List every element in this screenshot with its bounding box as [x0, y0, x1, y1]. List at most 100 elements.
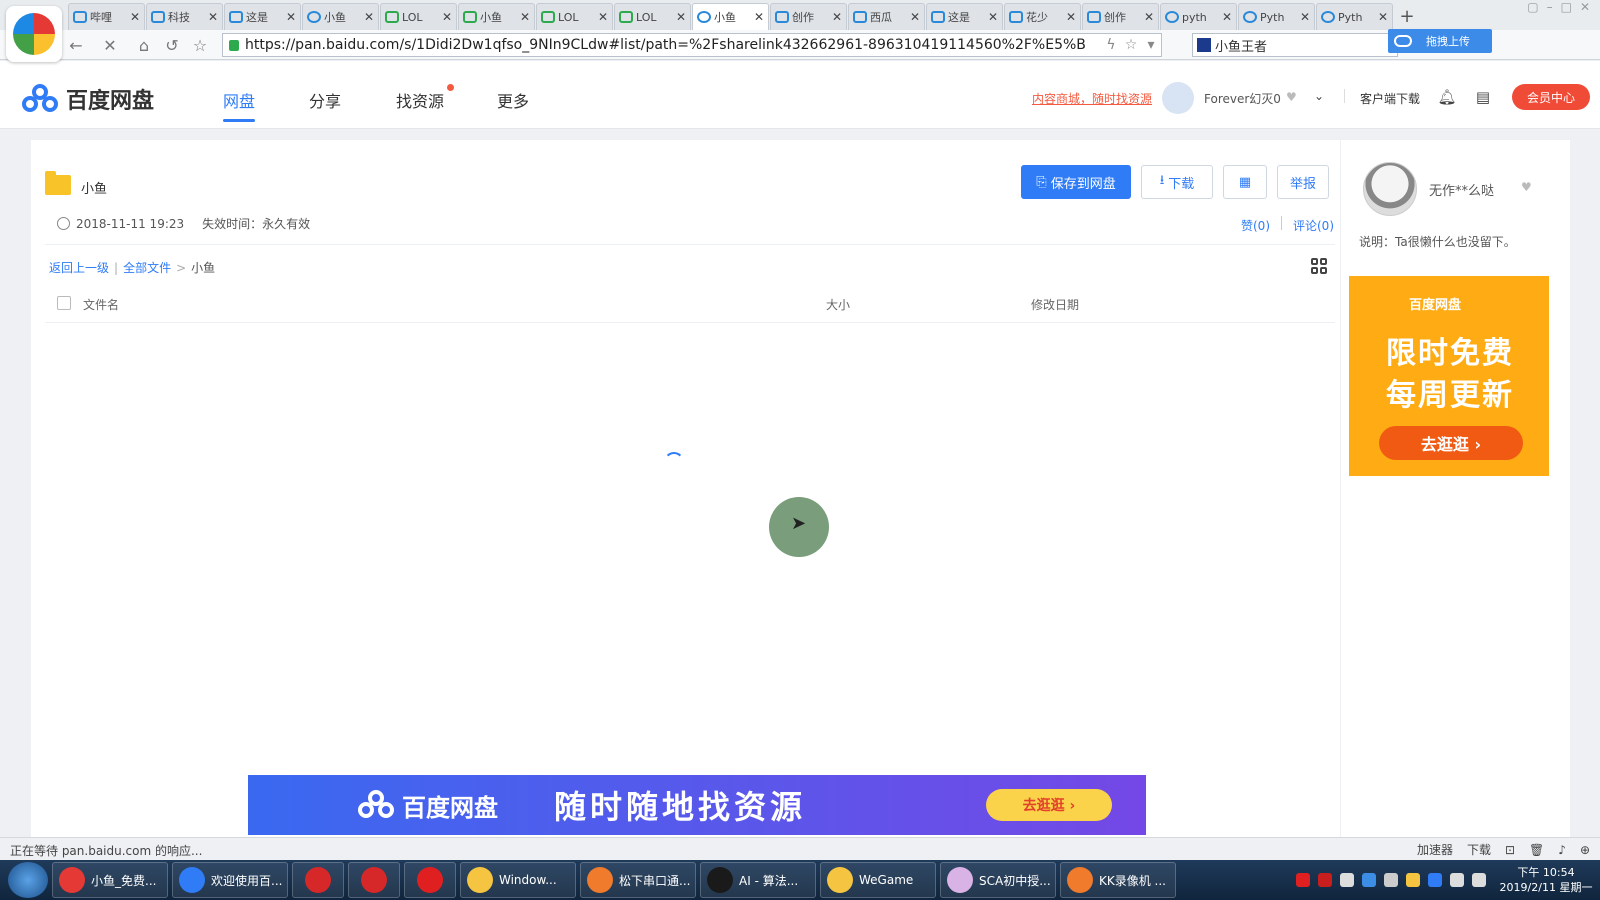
taskbar-item[interactable]: [404, 862, 456, 898]
network-icon[interactable]: [1472, 873, 1486, 887]
close-tab-icon[interactable]: ✕: [286, 10, 296, 24]
close-tab-icon[interactable]: ✕: [754, 10, 764, 24]
bottom-banner-ad[interactable]: 百度网盘 随时随地找资源 去逛逛 ›: [248, 775, 1146, 835]
client-download-link[interactable]: 客户端下载: [1360, 90, 1420, 107]
sharer-name[interactable]: 无作**么哒: [1429, 180, 1494, 199]
minimize-icon[interactable]: –: [1547, 0, 1553, 14]
close-tab-icon[interactable]: ✕: [1378, 10, 1388, 24]
nav-find-resources[interactable]: 找资源: [396, 88, 444, 112]
browser-tab[interactable]: 科技 ✕: [146, 3, 223, 30]
wechat-icon[interactable]: [1340, 873, 1354, 887]
screenshot-icon[interactable]: ⊡: [1505, 843, 1515, 857]
browser-logo[interactable]: [6, 6, 62, 62]
username[interactable]: Forever幻灭0: [1204, 90, 1281, 107]
browser-tab[interactable]: 小鱼 ✕: [692, 3, 769, 30]
promo-link[interactable]: 内容商城，随时找资源: [1032, 90, 1152, 107]
close-tab-icon[interactable]: ✕: [208, 10, 218, 24]
download-button[interactable]: ⭳ 下载: [1141, 165, 1213, 199]
home-icon[interactable]: ⌂: [134, 35, 154, 55]
taskbar-item[interactable]: 小鱼_免费...: [52, 862, 168, 898]
close-tab-icon[interactable]: ✕: [130, 10, 140, 24]
close-tab-icon[interactable]: ✕: [1300, 10, 1310, 24]
browser-tab[interactable]: LOL ✕: [380, 3, 457, 30]
trash-icon[interactable]: 🗑︎: [1529, 843, 1544, 857]
browser-tab[interactable]: 创作 ✕: [1082, 3, 1159, 30]
undo-icon[interactable]: ↺: [162, 35, 182, 55]
close-tab-icon[interactable]: ✕: [676, 10, 686, 24]
taskbar-item[interactable]: SCA初中授...: [940, 862, 1056, 898]
volume-icon[interactable]: ♪: [1558, 843, 1566, 857]
nav-share[interactable]: 分享: [309, 88, 341, 112]
taskbar-item[interactable]: [348, 862, 400, 898]
avatar[interactable]: [1162, 82, 1194, 114]
close-tab-icon[interactable]: ✕: [520, 10, 530, 24]
chevron-down-icon[interactable]: ⌄: [1314, 89, 1328, 103]
ad-go-button[interactable]: 去逛逛 ›: [986, 789, 1112, 821]
start-button[interactable]: [8, 862, 48, 898]
side-ad[interactable]: 百度网盘 限时免费 每周更新 去逛逛 ›: [1349, 276, 1549, 476]
close-tab-icon[interactable]: ✕: [442, 10, 452, 24]
accelerator-button[interactable]: 加速器: [1417, 841, 1453, 858]
close-tab-icon[interactable]: ✕: [832, 10, 842, 24]
close-tab-icon[interactable]: ✕: [1144, 10, 1154, 24]
column-size[interactable]: 大小: [826, 296, 850, 313]
browser-tab[interactable]: 哔哩 ✕: [68, 3, 145, 30]
bluetooth-icon[interactable]: [1362, 873, 1376, 887]
browser-tab[interactable]: 西瓜 ✕: [848, 3, 925, 30]
tray-app-icon[interactable]: [1384, 873, 1398, 887]
sogou-icon[interactable]: [1296, 873, 1310, 887]
wegame-tray-icon[interactable]: [1406, 873, 1420, 887]
skin-icon[interactable]: ▢: [1527, 0, 1538, 14]
close-tab-icon[interactable]: ✕: [910, 10, 920, 24]
new-tab-button[interactable]: +: [1394, 3, 1420, 30]
like-link[interactable]: 赞(0): [1241, 217, 1270, 234]
drag-upload-button[interactable]: 拖拽上传: [1388, 29, 1492, 53]
tray-app-icon[interactable]: [1318, 873, 1332, 887]
sharer-avatar[interactable]: [1363, 162, 1417, 216]
vip-center-button[interactable]: 会员中心: [1512, 84, 1590, 110]
taskbar-item[interactable]: Window...: [460, 862, 576, 898]
browser-tab[interactable]: 小鱼 ✕: [302, 3, 379, 30]
close-tab-icon[interactable]: ✕: [1222, 10, 1232, 24]
volume-icon[interactable]: [1450, 873, 1464, 887]
select-all-checkbox[interactable]: [57, 296, 71, 310]
taskbar-item[interactable]: KK录像机 ...: [1060, 862, 1176, 898]
browser-tab[interactable]: LOL ✕: [536, 3, 613, 30]
taskbar-item[interactable]: WeGame: [820, 862, 936, 898]
column-modified-date[interactable]: 修改日期: [1031, 296, 1079, 313]
close-tab-icon[interactable]: ✕: [1066, 10, 1076, 24]
nav-more[interactable]: 更多: [497, 88, 529, 112]
zoom-icon[interactable]: ⊕: [1580, 843, 1590, 857]
back-icon[interactable]: ←: [66, 35, 86, 55]
taskbar-item[interactable]: AI - 算法...: [700, 862, 816, 898]
taskbar-item[interactable]: 欢迎使用百...: [172, 862, 288, 898]
back-link[interactable]: 返回上一级: [49, 259, 109, 276]
clipboard-icon[interactable]: ▤: [1474, 88, 1492, 106]
browser-tab[interactable]: 创作 ✕: [770, 3, 847, 30]
column-filename[interactable]: 文件名: [83, 296, 119, 313]
close-tab-icon[interactable]: ✕: [598, 10, 608, 24]
browser-tab[interactable]: pyth ✕: [1160, 3, 1237, 30]
netdisk-tray-icon[interactable]: [1428, 873, 1442, 887]
close-tab-icon[interactable]: ✕: [364, 10, 374, 24]
taskbar-item[interactable]: [292, 862, 344, 898]
url-dropdown-icon[interactable]: ▾: [1141, 37, 1161, 53]
stop-icon[interactable]: ✕: [100, 35, 120, 55]
browser-tab[interactable]: 这是 ✕: [926, 3, 1003, 30]
close-tab-icon[interactable]: ✕: [988, 10, 998, 24]
search-input[interactable]: 小鱼王者: [1192, 33, 1398, 57]
save-to-netdisk-button[interactable]: ⎘ 保存到网盘: [1021, 165, 1131, 199]
side-ad-button[interactable]: 去逛逛 ›: [1379, 426, 1523, 460]
browser-tab[interactable]: Pyth ✕: [1316, 3, 1393, 30]
system-clock[interactable]: 下午 10:54 2019/2/11 星期一: [1498, 865, 1594, 895]
report-button[interactable]: 举报: [1277, 165, 1329, 199]
taskbar-item[interactable]: 松下串口通...: [580, 862, 696, 898]
bookmark-star-icon[interactable]: ☆: [1121, 37, 1141, 53]
browser-tab[interactable]: 这是 ✕: [224, 3, 301, 30]
browser-tab[interactable]: 小鱼 ✕: [458, 3, 535, 30]
address-input[interactable]: https://pan.baidu.com/s/1Didi2Dw1qfso_9N…: [222, 33, 1162, 57]
browser-tab[interactable]: 花少 ✕: [1004, 3, 1081, 30]
close-window-icon[interactable]: ✕: [1580, 0, 1590, 14]
maximize-icon[interactable]: □: [1561, 0, 1572, 14]
grid-view-icon[interactable]: [1311, 258, 1327, 274]
